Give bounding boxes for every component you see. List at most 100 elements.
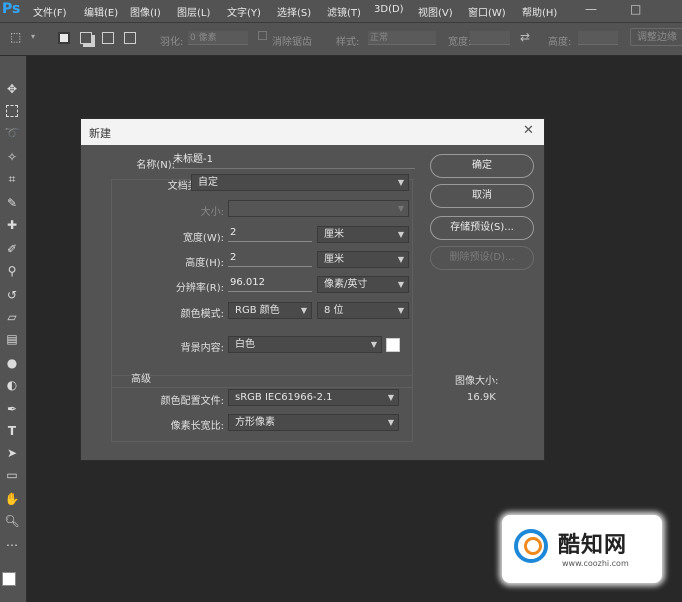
move-tool-icon[interactable]: ✥	[3, 80, 21, 98]
new-document-dialog: 新建 ✕ 名称(N): 未标题-1 文档类型: 自定 ▼ 大小: ▼ 宽度(W):…	[80, 118, 545, 461]
brand-logo-inner-icon	[524, 537, 542, 555]
height-unit-select[interactable]: 厘米 ▼	[317, 251, 409, 268]
name-field[interactable]: 未标题-1	[171, 152, 415, 169]
dodge-tool-icon[interactable]: ◐	[3, 376, 21, 394]
menu-filter[interactable]: 滤镜(T)	[327, 4, 361, 19]
app-logo: Ps	[2, 1, 21, 17]
color-mode-value: RGB 颜色	[235, 305, 280, 316]
height-label: 高度(H):	[185, 258, 224, 269]
antialias-checkbox[interactable]	[258, 31, 267, 40]
width-field[interactable]: 2	[228, 225, 312, 242]
save-preset-button[interactable]: 存储预设(S)...	[430, 216, 534, 240]
name-label: 名称(N):	[136, 160, 175, 171]
marquee-tool-icon[interactable]	[3, 102, 21, 120]
watermark-brand: 酷知网	[558, 533, 628, 558]
healing-brush-icon[interactable]: ✚	[3, 216, 21, 234]
color-mode-select[interactable]: RGB 颜色 ▼	[228, 302, 312, 319]
pixel-aspect-value: 方形像素	[235, 417, 275, 428]
close-icon[interactable]: ✕	[523, 123, 534, 138]
dialog-title: 新建	[89, 127, 111, 140]
size-label: 大小:	[200, 207, 224, 218]
intersect-selection-icon[interactable]	[124, 32, 136, 44]
dialog-titlebar	[81, 119, 544, 145]
height-field[interactable]: 2	[228, 250, 312, 267]
chevron-down-icon: ▼	[397, 230, 404, 239]
width-unit-select[interactable]: 厘米 ▼	[317, 226, 409, 243]
image-size-label: 图像大小:	[455, 376, 499, 387]
width-label: 宽度(W):	[182, 233, 224, 244]
menu-edit[interactable]: 编辑(E)	[84, 4, 118, 19]
add-selection-icon[interactable]	[80, 32, 92, 44]
menu-bar: Ps 文件(F) 编辑(E) 图像(I) 图层(L) 文字(Y) 选择(S) 滤…	[0, 0, 682, 23]
menu-type[interactable]: 文字(Y)	[227, 4, 261, 19]
eyedropper-icon[interactable]: ✎	[3, 194, 21, 212]
color-profile-select[interactable]: sRGB IEC61966-2.1 ▼	[228, 389, 399, 406]
rectangle-tool-icon[interactable]: ▭	[3, 466, 21, 484]
crop-tool-icon[interactable]: ⌗	[3, 170, 21, 188]
tools-panel: ✥ ➰ ✧ ⌗ ✎ ✚ ✐ ⚲ ↺ ▱ ▤ ● ◐ ✒ T ➤ ▭ ✋ 🔍︎ ⋯	[0, 56, 27, 602]
watermark: 酷知网 www.coozhi.com	[502, 515, 662, 583]
resolution-unit-select[interactable]: 像素/英寸 ▼	[317, 276, 409, 293]
width-input[interactable]	[470, 31, 510, 45]
ok-button[interactable]: 确定	[430, 154, 534, 178]
cancel-button[interactable]: 取消	[430, 184, 534, 208]
menu-image[interactable]: 图像(I)	[130, 4, 161, 19]
color-mode-label: 颜色模式:	[180, 309, 224, 320]
resolution-label: 分辨率(R):	[175, 283, 224, 294]
restore-icon[interactable]: □	[630, 2, 641, 16]
lasso-tool-icon[interactable]: ➰	[3, 124, 21, 142]
chevron-down-icon: ▼	[387, 418, 394, 427]
eraser-tool-icon[interactable]: ▱	[3, 308, 21, 326]
refine-edge-button[interactable]: 调整边缘	[630, 28, 682, 46]
gradient-tool-icon[interactable]: ▤	[3, 330, 21, 348]
style-select[interactable]: 正常	[368, 31, 436, 45]
blur-tool-icon[interactable]: ●	[3, 354, 21, 372]
chevron-down-icon: ▼	[397, 178, 404, 187]
menu-layer[interactable]: 图层(L)	[177, 4, 210, 19]
pen-tool-icon[interactable]: ✒	[3, 400, 21, 418]
more-tools-icon[interactable]: ⋯	[3, 536, 21, 554]
foreground-color-swatch[interactable]	[2, 572, 16, 586]
color-profile-value: sRGB IEC61966-2.1	[235, 392, 333, 403]
new-selection-icon[interactable]	[58, 32, 70, 44]
menu-3d[interactable]: 3D(D)	[374, 4, 404, 15]
background-label: 背景内容:	[180, 343, 224, 354]
menu-select[interactable]: 选择(S)	[277, 4, 311, 19]
history-brush-icon[interactable]: ↺	[3, 286, 21, 304]
menu-file[interactable]: 文件(F)	[33, 4, 67, 19]
magic-wand-icon[interactable]: ✧	[3, 148, 21, 166]
hand-tool-icon[interactable]: ✋	[3, 490, 21, 508]
menu-help[interactable]: 帮助(H)	[522, 4, 557, 19]
brush-tool-icon[interactable]: ✐	[3, 240, 21, 258]
minimize-icon[interactable]: —	[585, 2, 597, 16]
chevron-down-icon: ▼	[387, 393, 394, 402]
menu-window[interactable]: 窗口(W)	[468, 4, 506, 19]
background-select[interactable]: 白色 ▼	[228, 336, 382, 353]
zoom-tool-icon[interactable]: 🔍︎	[3, 512, 21, 530]
chevron-down-icon[interactable]: ▾	[31, 32, 35, 41]
subtract-selection-icon[interactable]	[102, 32, 114, 44]
height-input[interactable]	[578, 31, 618, 45]
background-color-swatch[interactable]	[386, 338, 400, 352]
menu-view[interactable]: 视图(V)	[418, 4, 453, 19]
marquee-tool-preset-icon[interactable]: ⬚	[10, 30, 21, 44]
resolution-field[interactable]: 96.012	[228, 275, 312, 292]
chevron-down-icon: ▼	[397, 306, 404, 315]
pixel-aspect-select[interactable]: 方形像素 ▼	[228, 414, 399, 431]
options-bar: ⬚ ▾ 羽化: 0 像素 消除锯齿 样式: 正常 宽度: ⇄ 高度: 调整边缘	[0, 23, 682, 56]
clone-stamp-icon[interactable]: ⚲	[3, 262, 21, 280]
type-tool-icon[interactable]: T	[3, 422, 21, 440]
chevron-down-icon: ▼	[300, 306, 307, 315]
antialias-label: 消除锯齿	[272, 37, 312, 48]
swap-icon[interactable]: ⇄	[520, 30, 530, 44]
width-label: 宽度:	[448, 37, 472, 48]
feather-input[interactable]: 0 像素	[188, 31, 248, 45]
path-selection-icon[interactable]: ➤	[3, 444, 21, 462]
pixel-aspect-label: 像素长宽比:	[170, 421, 224, 432]
chevron-down-icon: ▼	[397, 255, 404, 264]
color-profile-label: 颜色配置文件:	[160, 396, 224, 407]
bit-depth-value: 8 位	[324, 305, 344, 316]
preset-select[interactable]: 自定 ▼	[191, 174, 409, 191]
bit-depth-select[interactable]: 8 位 ▼	[317, 302, 409, 319]
image-size-value: 16.9K	[467, 392, 496, 403]
